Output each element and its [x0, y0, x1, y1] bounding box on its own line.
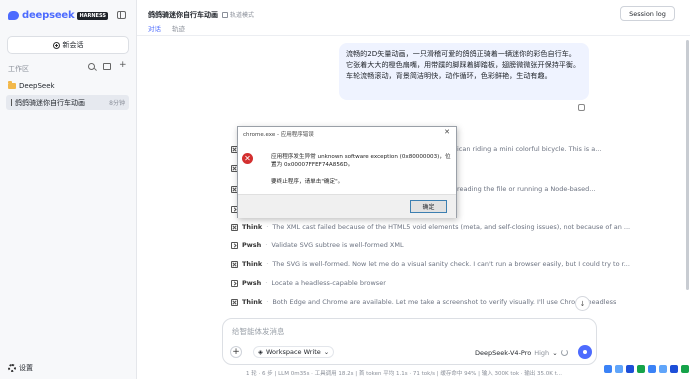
sidebar-collapse-icon[interactable] — [117, 11, 126, 19]
log-separator: · — [265, 241, 268, 249]
logo: deepseek HARNESS — [8, 10, 108, 21]
tray-icon[interactable] — [604, 365, 612, 373]
model-name: DeepSeek-V4-Pro — [475, 349, 532, 357]
workspace-folder[interactable]: DeepSeek — [8, 81, 55, 90]
log-row[interactable]: Think · The XML cast failed because of t… — [231, 222, 630, 232]
log-row[interactable]: Pwsh · Validate SVG subtree is well-form… — [231, 240, 404, 250]
session-time: 8分钟 — [109, 100, 125, 107]
sidebar: deepseek HARNESS 新会话 工作区 + DeepSeek 鸽鸽骑迷… — [0, 0, 137, 379]
error-dialog: chrome.exe - 应用程序错误 ✕ ✕ 应用程序发生异常 unknown… — [237, 126, 457, 218]
system-tray — [604, 365, 689, 373]
chevron-down-icon: ⌄ — [552, 349, 558, 357]
settings-label: 设置 — [19, 364, 33, 372]
track-mode-label: 轨道模式 — [230, 12, 255, 19]
terminal-icon — [231, 241, 238, 249]
dialog-close-button[interactable]: ✕ — [444, 128, 450, 136]
gear-icon — [8, 364, 16, 372]
workspace-mode-label: Workspace Write — [266, 348, 321, 356]
workspace-label: 工作区 — [8, 65, 29, 73]
loading-icon — [561, 349, 568, 356]
model-select[interactable]: DeepSeek-V4-Pro High ⌄ — [475, 349, 558, 357]
track-mode-icon — [222, 11, 228, 18]
error-instruction: 要终止程序，请单击"确定"。 — [271, 179, 344, 185]
log-text: The SVG is well-formed. Now let me do a … — [272, 260, 630, 268]
error-message: 应用程序发生异常 unknown software exception (0x8… — [271, 154, 451, 168]
tray-icon[interactable] — [648, 365, 656, 373]
send-button[interactable] — [578, 345, 592, 359]
header-divider — [137, 35, 690, 36]
dialog-title: chrome.exe - 应用程序错误 — [243, 132, 314, 138]
user-message: 流畅的2D矢量动画，一只滑稽可爱的鸽鸽正骑着一辆迷你的彩色自行车。它张着大大的橙… — [339, 43, 589, 100]
scrollbar[interactable] — [686, 40, 689, 290]
folder-label: DeepSeek — [19, 82, 55, 90]
scroll-down-button[interactable]: ↓ — [575, 296, 590, 311]
new-chat-button[interactable]: 新会话 — [7, 36, 129, 54]
folder-icon — [8, 81, 16, 89]
whale-icon — [8, 11, 19, 20]
session-title: 鸽鸽骑迷你自行车动画 — [15, 98, 85, 107]
log-row[interactable]: Think · Both Edge and Chrome are availab… — [231, 297, 616, 307]
tray-icon[interactable] — [615, 365, 623, 373]
terminal-icon — [231, 279, 238, 287]
settings-button[interactable]: 设置 — [8, 363, 33, 373]
tray-icon[interactable] — [670, 365, 678, 373]
log-row[interactable]: Pwsh · Locate a headless-capable browser — [231, 278, 386, 288]
message-input[interactable]: 给智能体发消息 — [232, 326, 285, 337]
add-attachment-button[interactable]: + — [230, 346, 242, 358]
tray-icon[interactable] — [637, 365, 645, 373]
dialog-footer: 确定 — [238, 194, 456, 218]
ok-button[interactable]: 确定 — [410, 200, 447, 213]
log-partial-text-2: reading the file or running a Node-based… — [457, 185, 596, 193]
log-kind: Pwsh — [242, 241, 262, 249]
track-mode-toggle[interactable]: 轨道模式 — [222, 10, 254, 19]
session-item[interactable]: 鸽鸽骑迷你自行车动画 8分钟 — [6, 95, 129, 110]
shield-icon: ◈ — [258, 348, 263, 356]
log-text: Both Edge and Chrome are available. Let … — [272, 298, 617, 306]
workspace-mode-select[interactable]: ◈ Workspace Write ⌄ — [253, 346, 335, 358]
page-title: 鸽鸽骑迷你自行车动画 — [148, 11, 218, 19]
log-text: The XML cast failed because of the HTML5… — [272, 223, 631, 231]
logo-text: deepseek — [22, 10, 75, 21]
search-icon[interactable] — [88, 63, 95, 70]
chevron-down-icon: ⌄ — [323, 348, 330, 356]
copy-icon[interactable] — [578, 104, 585, 111]
dialog-body: ✕ 应用程序发生异常 unknown software exception (0… — [238, 139, 456, 194]
logo-badge: HARNESS — [77, 11, 108, 20]
think-icon — [231, 260, 238, 268]
active-indicator — [11, 99, 12, 106]
tray-icon[interactable] — [681, 365, 689, 373]
add-workspace-icon[interactable]: + — [119, 60, 127, 70]
think-icon — [231, 298, 238, 306]
tray-icon[interactable] — [659, 365, 667, 373]
log-text: Validate SVG subtree is well-formed XML — [271, 241, 404, 249]
log-separator: · — [265, 279, 268, 287]
plus-circle-icon — [52, 41, 60, 49]
log-kind: Think — [242, 223, 263, 231]
log-separator: · — [266, 223, 269, 231]
add-folder-icon[interactable] — [103, 63, 111, 70]
log-kind: Think — [242, 298, 263, 306]
log-kind: Think — [242, 260, 263, 268]
log-separator: · — [266, 298, 269, 306]
log-separator: · — [266, 260, 269, 268]
composer: 给智能体发消息 + ◈ Workspace Write ⌄ DeepSeek-V… — [222, 318, 597, 365]
model-effort: High — [534, 349, 550, 357]
log-text: Locate a headless-capable browser — [271, 279, 386, 287]
tray-icon[interactable] — [626, 365, 634, 373]
log-kind: Pwsh — [242, 279, 262, 287]
think-icon — [231, 223, 238, 231]
session-log-button[interactable]: Session log — [620, 6, 675, 21]
new-chat-label: 新会话 — [62, 41, 84, 49]
status-bar: 1 轮 · 6 步 | LLM 0m35s · 工具调用 18.2s | 首 t… — [246, 371, 563, 377]
log-partial-text-1: ican riding a mini colorful bicycle. Thi… — [457, 145, 602, 153]
log-row[interactable]: Think · The SVG is well-formed. Now let … — [231, 259, 630, 269]
error-icon: ✕ — [242, 153, 253, 164]
